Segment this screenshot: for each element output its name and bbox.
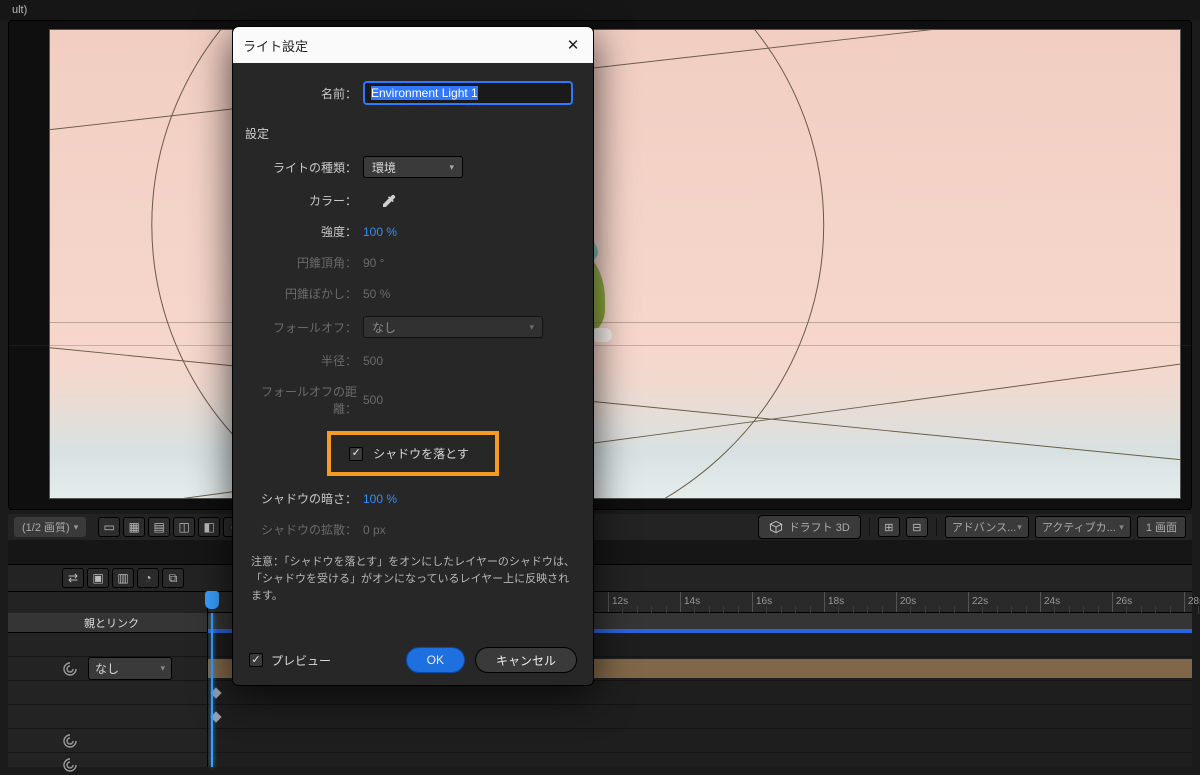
cone-feather-value: 50 % [363,287,575,301]
pickwhip-icon[interactable] [62,733,78,749]
panel-gap [8,540,1192,564]
dialog-footer: プレビュー OK キャンセル [233,635,593,685]
app-menubar: ult) [0,0,1200,20]
label-name: 名前： [251,85,363,102]
views-count[interactable]: 1 画面 [1137,516,1186,538]
cone-angle-value: 90 ° [363,256,575,270]
viewport[interactable] [49,29,1181,499]
light-name-input[interactable] [363,81,573,105]
camera-wireframe [50,30,1180,498]
falloff-dist-value: 500 [363,393,575,407]
label-intensity: 強度： [251,223,363,240]
layer-row[interactable] [8,705,207,729]
dialog-title: ライト設定 [243,36,308,55]
pickwhip-icon[interactable] [62,661,78,677]
view-layout-a-icon[interactable]: ⊞ [878,517,900,537]
label-cone-feather: 円錐ぼかし： [251,285,363,302]
timeline-panel: ⇄ ▣ ▥ ◔ ⧉ 12s14s16s18s20s22s24s26s28s 親と… [8,564,1192,767]
falloff-dropdown: なし ▾ [363,316,543,338]
channel-icon[interactable]: ◧ [198,517,220,537]
shadow-diff-value: 0 px [363,523,575,537]
resolution-label: (1/2 画質) [22,519,70,535]
separator [869,518,870,536]
camera-dropdown[interactable]: アクティブカ...▾ [1035,516,1131,538]
tl-tool-5-icon[interactable]: ⧉ [162,568,184,588]
ok-button[interactable]: OK [406,647,465,673]
label-color: カラー： [251,192,363,209]
track-row[interactable] [208,753,1192,775]
tl-tool-3-icon[interactable]: ▥ [112,568,134,588]
guides-icon[interactable]: ▤ [148,517,170,537]
chevron-down-icon: ▾ [449,162,454,173]
layer-row[interactable] [8,729,207,753]
preview-checkbox[interactable] [249,653,263,667]
falloff-value: なし [372,319,396,336]
layer-row[interactable]: なし▾ [8,657,207,681]
casts-shadows-checkbox[interactable] [349,447,363,461]
light-type-dropdown[interactable]: 環境 ▾ [363,156,463,178]
close-icon[interactable]: ✕ [563,35,583,55]
label-radius: 半径： [251,352,363,369]
menubar-fragment: ult) [12,4,27,16]
section-settings: 設定 [245,125,575,142]
chevron-down-icon: ▾ [74,522,79,533]
track-row[interactable] [208,705,1192,729]
grid-icon[interactable]: ▦ [123,517,145,537]
layer-row[interactable] [8,633,207,657]
shadow-dark-value[interactable]: 100 % [363,492,575,506]
viewer-controls-bar: (1/2 画質) ▾ ▭ ▦ ▤ ◫ ◧ ◐ ⧗ ✦ ドラフト 3D ⊞ ⊟ ア… [8,514,1192,540]
track-row[interactable] [208,729,1192,753]
timeline-toolbar: ⇄ ▣ ▥ ◔ ⧉ [8,565,1192,591]
eyedropper-icon[interactable] [381,193,397,209]
timeline-body: 親とリンク なし▾ [8,613,1192,767]
tl-tool-2-icon[interactable]: ▣ [87,568,109,588]
region-icon[interactable]: ▭ [98,517,120,537]
resolution-dropdown[interactable]: (1/2 画質) ▾ [14,517,86,537]
cube-icon [769,520,783,534]
draft-3d-button[interactable]: ドラフト 3D [758,515,861,539]
intensity-value[interactable]: 100 % [363,225,575,239]
radius-value: 500 [363,354,575,368]
pickwhip-icon[interactable] [62,757,78,773]
column-header-parent: 親とリンク [8,613,207,633]
timeline-ruler[interactable]: 12s14s16s18s20s22s24s26s28s [8,591,1192,613]
view-layout-b-icon[interactable]: ⊟ [906,517,928,537]
renderer-label: アドバンス... [952,519,1017,535]
chevron-down-icon: ▾ [529,322,534,333]
label-light-type: ライトの種類： [251,159,363,176]
preview-label: プレビュー [271,652,331,669]
tl-tool-4-icon[interactable]: ◔ [137,568,159,588]
parent-dropdown[interactable]: なし▾ [88,657,172,680]
label-shadow-diff: シャドウの拡散： [251,521,363,538]
draft-3d-label: ドラフト 3D [789,519,850,535]
layer-row[interactable] [8,681,207,705]
label-shadow-dark: シャドウの暗さ： [251,490,363,507]
shadow-note: 注意：「シャドウを落とす」をオンにしたレイヤーのシャドウは、「シャドウを受ける」… [251,554,575,605]
tl-tool-1-icon[interactable]: ⇄ [62,568,84,588]
light-type-value: 環境 [372,159,396,176]
casts-shadows-label: シャドウを落とす [373,445,469,462]
composition-panel: X [8,20,1192,510]
timeline-left-column: 親とリンク なし▾ [8,613,208,767]
renderer-dropdown[interactable]: アドバンス...▾ [945,516,1029,538]
current-time-indicator[interactable] [211,613,213,767]
layer-row[interactable] [8,753,207,775]
mask-icon[interactable]: ◫ [173,517,195,537]
ruler-left-gutter [8,592,208,614]
light-settings-dialog: ライト設定 ✕ 名前： 設定 ライトの種類： 環境 ▾ カラー： [232,26,594,686]
casts-shadows-highlight: シャドウを落とす [327,431,499,476]
dialog-titlebar[interactable]: ライト設定 ✕ [233,27,593,63]
label-falloff-dist: フォールオフの距離： [251,383,363,417]
label-cone-angle: 円錐頂角： [251,254,363,271]
cancel-button[interactable]: キャンセル [475,647,577,673]
separator [936,518,937,536]
camera-label: アクティブカ... [1042,519,1116,535]
label-falloff: フォールオフ： [251,319,363,336]
